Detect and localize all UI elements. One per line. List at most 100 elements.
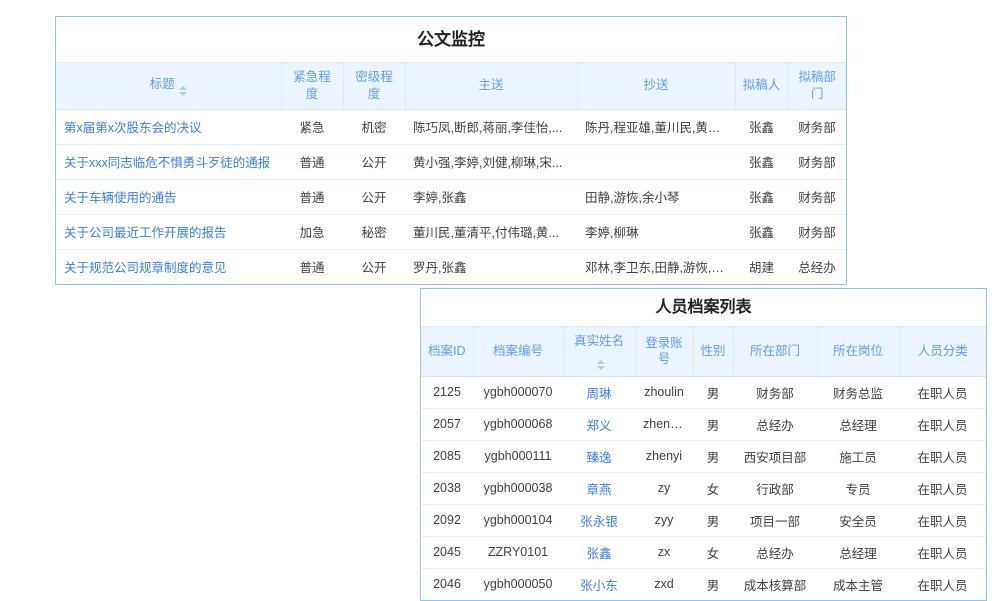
col-cc-recipients: 抄送: [577, 63, 735, 109]
archive-id-cell: 2092: [421, 504, 473, 536]
doc-table-row: 关于车辆使用的通告 普通 公开 李婷,张鑫 田静,游恢,余小琴 张鑫 财务部: [56, 179, 846, 214]
gender-cell: 男: [693, 440, 733, 472]
drafter-cell: 胡建: [735, 249, 788, 284]
position-cell: 施工员: [817, 440, 899, 472]
login-account-cell: zhoulin: [635, 376, 693, 408]
col-main-recipients: 主送: [405, 63, 577, 109]
login-account-cell: zyy: [635, 504, 693, 536]
col-draft-dept: 拟稿部门: [788, 63, 846, 109]
doc-monitor-table: 标题 紧急程度 密级程度 主送 抄送 拟稿人 拟稿部门 第x届第x次股东会的决议…: [56, 63, 846, 284]
personnel-table-row: 2046 ygbh000050 张小东 zxd 男 成本核算部 成本主管 在职人…: [421, 568, 986, 600]
secrecy-cell: 公开: [343, 249, 405, 284]
gender-cell: 男: [693, 408, 733, 440]
cc-recipients-cell: 李婷,柳琳: [577, 214, 735, 249]
draft-dept-cell: 财务部: [788, 144, 846, 179]
doc-monitor-title: 公文监控: [56, 17, 846, 63]
real-name-link[interactable]: 郑义: [563, 408, 635, 440]
category-cell: 在职人员: [899, 536, 986, 568]
cc-recipients-cell: [577, 144, 735, 179]
draft-dept-cell: 财务部: [788, 214, 846, 249]
personnel-table-row: 2038 ygbh000038 章燕 zy 女 行政部 专员 在职人员: [421, 472, 986, 504]
col-real-name[interactable]: 真实姓名: [563, 327, 635, 376]
archive-no-cell: ZZRY0101: [473, 536, 563, 568]
category-cell: 在职人员: [899, 568, 986, 600]
personnel-table-row: 2092 ygbh000104 张永银 zyy 男 项目一部 安全员 在职人员: [421, 504, 986, 536]
personnel-table: 档案ID 档案编号 真实姓名 登录账号 性别 所在部门 所在岗位 人员分类 21…: [421, 327, 986, 600]
real-name-link[interactable]: 臻逸: [563, 440, 635, 472]
col-archive-no: 档案编号: [473, 327, 563, 376]
archive-id-cell: 2085: [421, 440, 473, 472]
doc-monitor-panel: 公文监控 标题 紧急程度 密级程度 主送 抄送 拟稿人 拟稿部门 第x届第x次股…: [55, 16, 847, 285]
cc-recipients-cell: 田静,游恢,余小琴: [577, 179, 735, 214]
secrecy-cell: 秘密: [343, 214, 405, 249]
real-name-link[interactable]: 张永银: [563, 504, 635, 536]
doc-table-row: 第x届第x次股东会的决议 紧急 机密 陈巧凤,断郎,蒋丽,李佳怡,... 陈丹,…: [56, 109, 846, 144]
personnel-table-row: 2085 ygbh000111 臻逸 zhenyi 男 西安项目部 施工员 在职…: [421, 440, 986, 472]
gender-cell: 女: [693, 472, 733, 504]
department-cell: 总经办: [733, 536, 817, 568]
col-title[interactable]: 标题: [56, 63, 281, 109]
drafter-cell: 张鑫: [735, 179, 788, 214]
secrecy-cell: 公开: [343, 179, 405, 214]
login-account-cell: zy: [635, 472, 693, 504]
urgency-cell: 普通: [281, 179, 343, 214]
doc-title-link[interactable]: 关于车辆使用的通告: [56, 179, 281, 214]
sort-icon[interactable]: [179, 86, 187, 96]
doc-title-link[interactable]: 关于规范公司规章制度的意见: [56, 249, 281, 284]
department-cell: 财务部: [733, 376, 817, 408]
login-account-cell: zhenyi: [635, 440, 693, 472]
real-name-link[interactable]: 周琳: [563, 376, 635, 408]
personnel-archive-title: 人员档案列表: [421, 289, 986, 327]
real-name-link[interactable]: 张小东: [563, 568, 635, 600]
sort-icon[interactable]: [597, 360, 605, 370]
doc-title-link[interactable]: 关于xxx同志临危不惧勇斗歹徒的通报: [56, 144, 281, 179]
personnel-table-row: 2045 ZZRY0101 张鑫 zx 女 总经办 总经理 在职人员: [421, 536, 986, 568]
drafter-cell: 张鑫: [735, 109, 788, 144]
department-cell: 总经办: [733, 408, 817, 440]
archive-id-cell: 2057: [421, 408, 473, 440]
doc-title-link[interactable]: 关于公司最近工作开展的报告: [56, 214, 281, 249]
position-cell: 总经理: [817, 536, 899, 568]
archive-id-cell: 2046: [421, 568, 473, 600]
col-position: 所在岗位: [817, 327, 899, 376]
category-cell: 在职人员: [899, 376, 986, 408]
urgency-cell: 普通: [281, 144, 343, 179]
archive-no-cell: ygbh000070: [473, 376, 563, 408]
department-cell: 西安项目部: [733, 440, 817, 472]
personnel-header-row: 档案ID 档案编号 真实姓名 登录账号 性别 所在部门 所在岗位 人员分类: [421, 327, 986, 376]
login-account-cell: zx: [635, 536, 693, 568]
archive-no-cell: ygbh000038: [473, 472, 563, 504]
position-cell: 安全员: [817, 504, 899, 536]
department-cell: 行政部: [733, 472, 817, 504]
archive-id-cell: 2045: [421, 536, 473, 568]
personnel-archive-panel: 人员档案列表 档案ID 档案编号 真实姓名 登录账号 性别 所在部门 所在岗位 …: [420, 288, 987, 601]
archive-id-cell: 2125: [421, 376, 473, 408]
category-cell: 在职人员: [899, 504, 986, 536]
main-recipients-cell: 陈巧凤,断郎,蒋丽,李佳怡,...: [405, 109, 577, 144]
real-name-link[interactable]: 张鑫: [563, 536, 635, 568]
gender-cell: 男: [693, 568, 733, 600]
archive-id-cell: 2038: [421, 472, 473, 504]
urgency-cell: 加急: [281, 214, 343, 249]
draft-dept-cell: 财务部: [788, 179, 846, 214]
cc-recipients-cell: 邓林,李卫东,田静,游恢,余...: [577, 249, 735, 284]
draft-dept-cell: 总经办: [788, 249, 846, 284]
position-cell: 总经理: [817, 408, 899, 440]
secrecy-cell: 机密: [343, 109, 405, 144]
main-recipients-cell: 黄小强,李婷,刘健,柳琳,宋...: [405, 144, 577, 179]
gender-cell: 男: [693, 504, 733, 536]
department-cell: 项目一部: [733, 504, 817, 536]
real-name-link[interactable]: 章燕: [563, 472, 635, 504]
gender-cell: 男: [693, 376, 733, 408]
main-recipients-cell: 罗丹,张鑫: [405, 249, 577, 284]
position-cell: 成本主管: [817, 568, 899, 600]
category-cell: 在职人员: [899, 440, 986, 472]
col-archive-id: 档案ID: [421, 327, 473, 376]
doc-table-row: 关于xxx同志临危不惧勇斗歹徒的通报 普通 公开 黄小强,李婷,刘健,柳琳,宋.…: [56, 144, 846, 179]
col-gender: 性别: [693, 327, 733, 376]
doc-title-link[interactable]: 第x届第x次股东会的决议: [56, 109, 281, 144]
col-secrecy: 密级程度: [343, 63, 405, 109]
urgency-cell: 普通: [281, 249, 343, 284]
urgency-cell: 紧急: [281, 109, 343, 144]
personnel-table-row: 2057 ygbh000068 郑义 zhengyi 男 总经办 总经理 在职人…: [421, 408, 986, 440]
